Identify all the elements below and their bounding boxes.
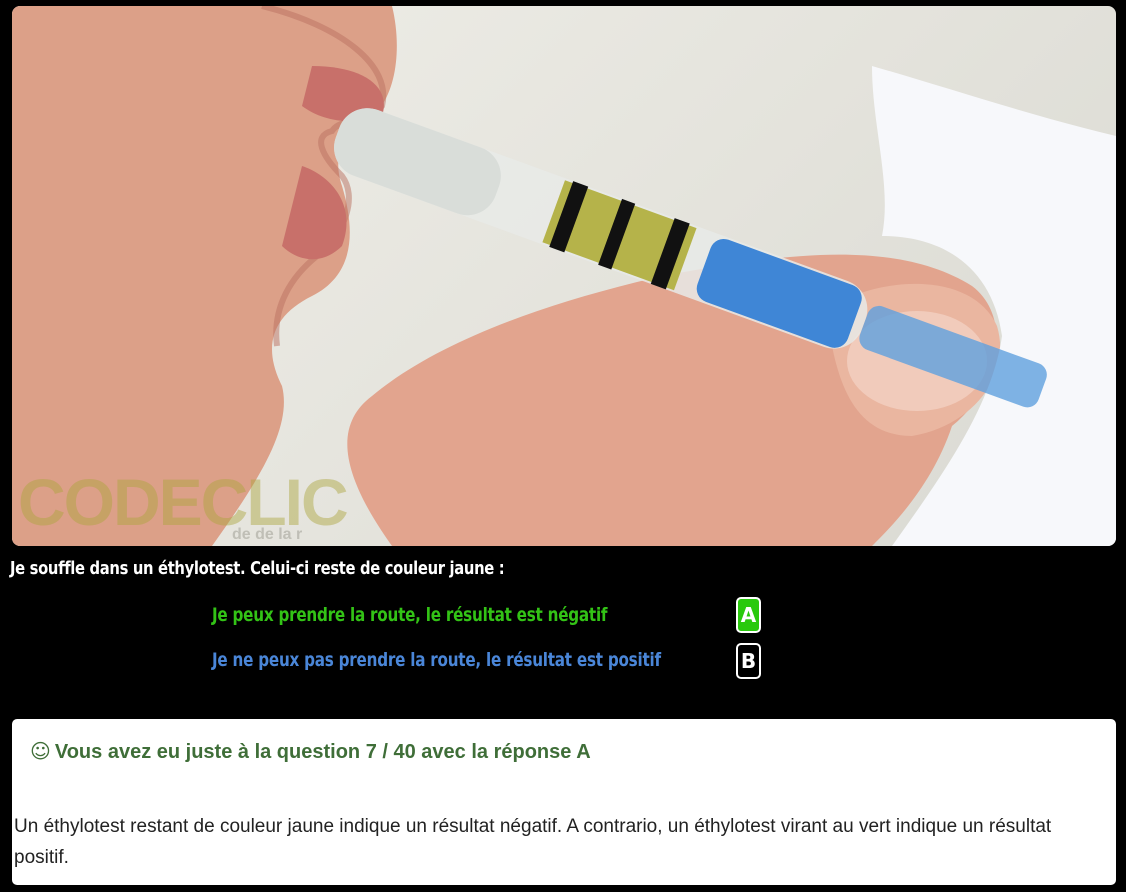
result-panel: ☺ Vous avez eu juste à la question 7 / 40… (12, 719, 1116, 885)
watermark-subtitle: de de la r (232, 526, 303, 543)
smiley-icon: ☺ (30, 739, 51, 763)
question-photo: CODECLIC de de la r (12, 6, 1116, 546)
question-text: Je souffle dans un éthylotest. Celui-ci … (10, 558, 505, 579)
answer-a-key[interactable]: A (736, 597, 761, 633)
result-explanation: Un éthylotest restant de couleur jaune i… (14, 816, 1052, 868)
answer-b-key[interactable]: B (736, 643, 761, 679)
answer-a-text[interactable]: Je peux prendre la route, le résultat es… (212, 600, 628, 631)
answer-b-text[interactable]: Je ne peux pas prendre la route, le résu… (212, 645, 708, 676)
result-title: ☺ Vous avez eu juste à la question 7 / 40… (30, 739, 591, 764)
result-title-text: Vous avez eu juste à la question 7 / 40 … (54, 741, 591, 763)
